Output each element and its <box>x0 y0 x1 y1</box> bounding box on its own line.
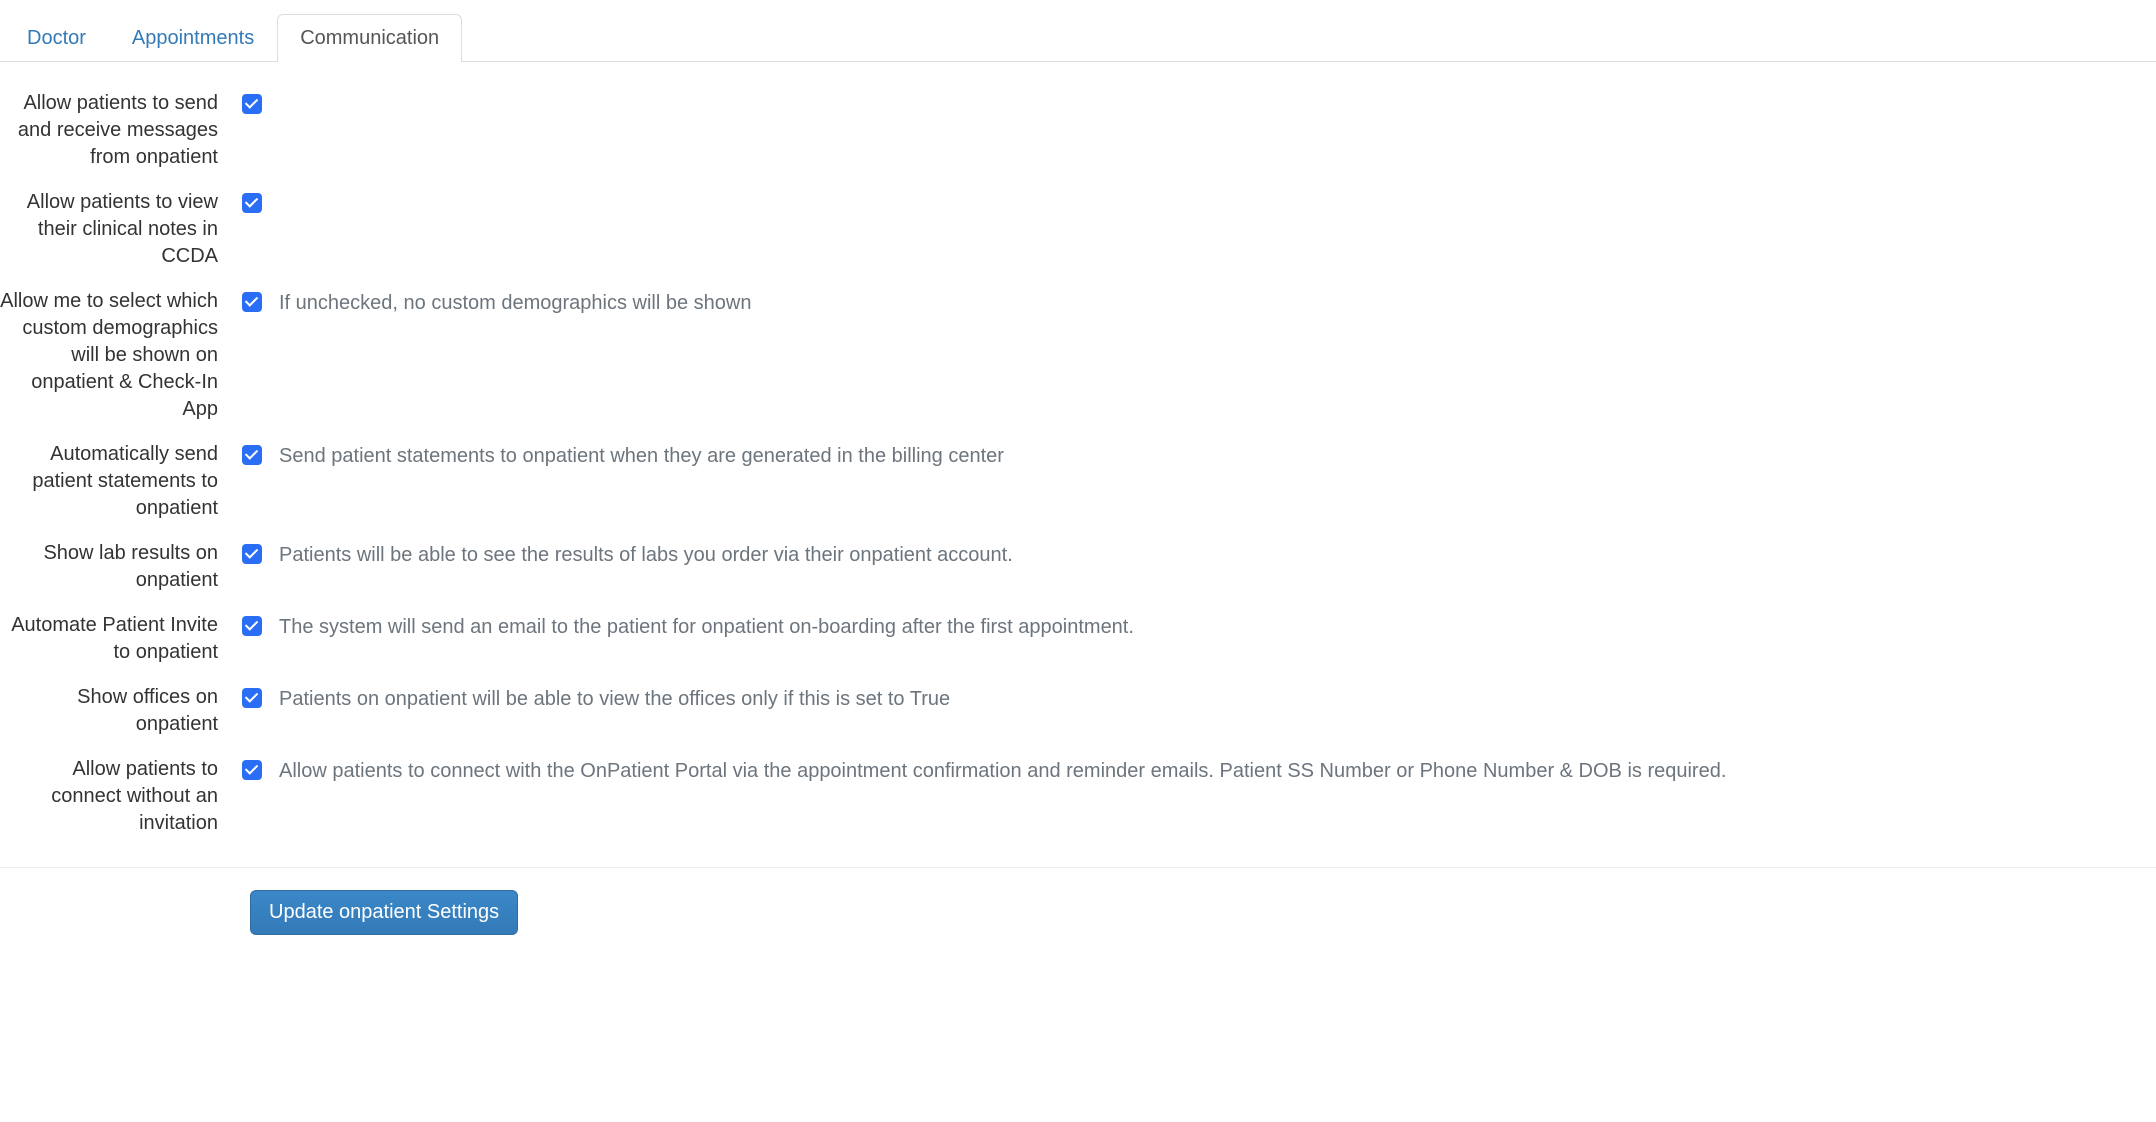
help-invite: The system will send an email to the pat… <box>279 614 1134 641</box>
setting-row-offices: Show offices on onpatient Patients on on… <box>0 684 2156 738</box>
communication-settings-form: Allow patients to send and receive messa… <box>0 62 2156 837</box>
update-settings-button[interactable]: Update onpatient Settings <box>250 890 518 935</box>
label-offices: Show offices on onpatient <box>0 684 238 738</box>
setting-row-messages: Allow patients to send and receive messa… <box>0 90 2156 171</box>
label-invite: Automate Patient Invite to onpatient <box>0 612 238 666</box>
help-labs: Patients will be able to see the results… <box>279 542 1013 569</box>
help-demographics: If unchecked, no custom demographics wil… <box>279 290 751 317</box>
checkbox-labs[interactable] <box>242 544 262 564</box>
tab-communication[interactable]: Communication <box>277 14 462 62</box>
checkbox-offices[interactable] <box>242 688 262 708</box>
checkbox-demographics[interactable] <box>242 292 262 312</box>
checkbox-messages[interactable] <box>242 94 262 114</box>
setting-row-ccda: Allow patients to view their clinical no… <box>0 189 2156 270</box>
checkbox-ccda[interactable] <box>242 193 262 213</box>
tab-doctor[interactable]: Doctor <box>4 14 109 62</box>
setting-row-demographics: Allow me to select which custom demograp… <box>0 288 2156 423</box>
help-connect-no-invite: Allow patients to connect with the OnPat… <box>279 758 1726 785</box>
label-labs: Show lab results on onpatient <box>0 540 238 594</box>
help-offices: Patients on onpatient will be able to vi… <box>279 686 950 713</box>
tabs-nav: Doctor Appointments Communication <box>0 14 2156 62</box>
setting-row-labs: Show lab results on onpatient Patients w… <box>0 540 2156 594</box>
label-messages: Allow patients to send and receive messa… <box>0 90 238 171</box>
help-statements: Send patient statements to onpatient whe… <box>279 443 1004 470</box>
label-ccda: Allow patients to view their clinical no… <box>0 189 238 270</box>
checkbox-connect-no-invite[interactable] <box>242 760 262 780</box>
form-footer: Update onpatient Settings <box>0 867 2156 975</box>
tab-appointments[interactable]: Appointments <box>109 14 277 62</box>
checkbox-statements[interactable] <box>242 445 262 465</box>
setting-row-connect-no-invite: Allow patients to connect without an inv… <box>0 756 2156 837</box>
setting-row-statements: Automatically send patient statements to… <box>0 441 2156 522</box>
label-statements: Automatically send patient statements to… <box>0 441 238 522</box>
label-connect-no-invite: Allow patients to connect without an inv… <box>0 756 238 837</box>
setting-row-invite: Automate Patient Invite to onpatient The… <box>0 612 2156 666</box>
label-demographics: Allow me to select which custom demograp… <box>0 288 238 423</box>
checkbox-invite[interactable] <box>242 616 262 636</box>
